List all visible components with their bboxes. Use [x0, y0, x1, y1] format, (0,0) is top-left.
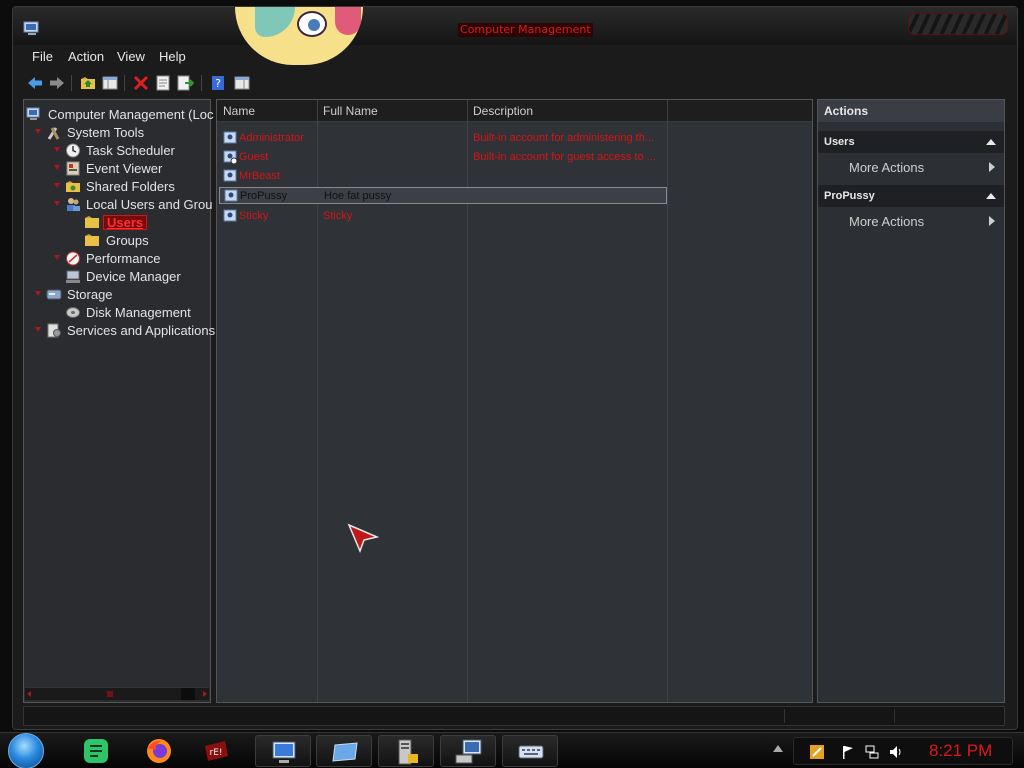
- shared-folders-icon: [66, 181, 80, 192]
- tree-horizontal-scrollbar[interactable]: [25, 687, 209, 700]
- menu-help[interactable]: Help: [159, 49, 186, 64]
- column-full-name[interactable]: Full Name: [323, 104, 378, 118]
- show-hidden-icons-icon[interactable]: [773, 745, 783, 752]
- services-icon: [47, 323, 61, 338]
- folder-icon: [85, 216, 99, 228]
- clock-icon: [66, 143, 80, 158]
- list-item-selected[interactable]: ProPussy Hoe fat pussy: [219, 187, 667, 204]
- user-account-icon: [224, 189, 238, 202]
- computer-management-icon: [26, 107, 40, 120]
- scroll-track-end: [181, 688, 195, 700]
- list-item[interactable]: MrBeast: [219, 168, 667, 185]
- svg-text:rE!: rE!: [210, 748, 223, 758]
- performance-icon: [66, 251, 80, 266]
- menu-file[interactable]: File: [32, 49, 53, 64]
- actions-title: Actions: [818, 100, 1004, 122]
- scroll-right-icon[interactable]: [203, 691, 207, 697]
- taskbar-notes-app[interactable]: [68, 735, 124, 767]
- collapse-icon[interactable]: [986, 139, 996, 145]
- actions-pane: Actions Users More Actions ProPussy More…: [817, 99, 1005, 703]
- taskbar-clock[interactable]: 8:21 PM: [929, 741, 992, 761]
- forward-icon[interactable]: [48, 74, 66, 92]
- network-computer-icon: [455, 739, 482, 764]
- computer-management-icon: [23, 21, 39, 35]
- action-center-flag-icon[interactable]: [840, 744, 856, 760]
- window-switcher-icon: [332, 742, 358, 762]
- mouse-cursor-icon: [347, 523, 379, 553]
- delete-icon[interactable]: [132, 74, 150, 92]
- network-icon[interactable]: [864, 744, 880, 760]
- properties-icon[interactable]: [154, 74, 172, 92]
- submenu-arrow-icon: [989, 216, 995, 226]
- svg-text:?: ?: [215, 77, 221, 90]
- toolbar: ?: [23, 71, 1013, 97]
- user-account-icon: [223, 209, 237, 222]
- event-viewer-icon: [66, 161, 80, 176]
- taskbar-server-manager[interactable]: [378, 735, 434, 767]
- tree-root-label: Computer Management (Loc: [48, 107, 214, 122]
- game-icon: rE!: [205, 741, 228, 761]
- scroll-thumb[interactable]: [107, 691, 113, 697]
- more-actions-users[interactable]: More Actions: [818, 156, 1004, 178]
- help-icon[interactable]: ?: [209, 74, 227, 92]
- scroll-left-icon[interactable]: [27, 691, 31, 697]
- list-item[interactable]: Administrator Built-in account for admin…: [219, 130, 667, 147]
- system-tray: 8:21 PM: [793, 737, 1013, 765]
- remote-desktop-icon: [272, 741, 296, 763]
- computer-management-window: Computer Management File Action View Hel…: [12, 6, 1018, 730]
- user-account-icon: [223, 169, 237, 182]
- users-icon: [67, 198, 80, 211]
- taskbar-remote-desktop[interactable]: [255, 735, 311, 767]
- pinned-app-icon[interactable]: [809, 744, 825, 760]
- taskbar-network-computer[interactable]: [440, 735, 496, 767]
- status-bar: [23, 706, 1005, 726]
- volume-icon[interactable]: [888, 744, 904, 760]
- keyboard-icon: [518, 745, 544, 759]
- submenu-arrow-icon: [989, 162, 995, 172]
- show-hide-action-pane-icon[interactable]: [233, 74, 251, 92]
- back-icon[interactable]: [26, 74, 44, 92]
- users-list-pane: Name Full Name Description Administrator…: [216, 99, 813, 703]
- firefox-icon: [147, 739, 171, 763]
- menu-view[interactable]: View: [117, 49, 145, 64]
- column-name[interactable]: Name: [223, 104, 255, 118]
- window-title: Computer Management: [458, 23, 593, 37]
- menu-bar: File Action View Help: [23, 47, 1013, 69]
- user-account-disabled-icon: [223, 150, 238, 164]
- menu-action[interactable]: Action: [68, 49, 104, 64]
- console-tree-pane: Computer Management (Loc System Tools Ta…: [23, 99, 215, 703]
- device-manager-icon: [66, 270, 80, 283]
- title-bar[interactable]: Computer Management: [13, 7, 1017, 45]
- window-frame-decoration: [908, 13, 1008, 35]
- taskbar-window-switcher[interactable]: [316, 735, 372, 767]
- actions-section-users[interactable]: Users: [818, 131, 1004, 153]
- start-button[interactable]: [8, 733, 44, 768]
- notes-icon: [84, 739, 108, 763]
- show-hide-tree-icon[interactable]: [101, 74, 119, 92]
- column-description[interactable]: Description: [473, 104, 533, 118]
- actions-section-selected-user[interactable]: ProPussy: [818, 185, 1004, 207]
- taskbar-keyboard[interactable]: [502, 735, 558, 767]
- disk-icon: [66, 307, 80, 318]
- export-list-icon[interactable]: [176, 74, 194, 92]
- list-item[interactable]: Guest Built-in account for guest access …: [219, 149, 667, 166]
- taskbar-game[interactable]: rE!: [189, 735, 245, 767]
- tools-icon: [47, 127, 60, 140]
- storage-icon: [46, 289, 62, 300]
- collapse-icon[interactable]: [986, 193, 996, 199]
- folder-icon: [85, 234, 99, 246]
- taskbar: rE! 8:21 PM: [0, 732, 1024, 768]
- taskbar-firefox[interactable]: [131, 735, 187, 767]
- more-actions-selected-user[interactable]: More Actions: [818, 210, 1004, 232]
- up-folder-icon[interactable]: [79, 74, 97, 92]
- list-item[interactable]: Sticky Sticky: [219, 208, 667, 225]
- server-lock-icon: [398, 739, 418, 765]
- user-account-icon: [223, 131, 237, 144]
- list-header: Name Full Name Description: [217, 100, 812, 122]
